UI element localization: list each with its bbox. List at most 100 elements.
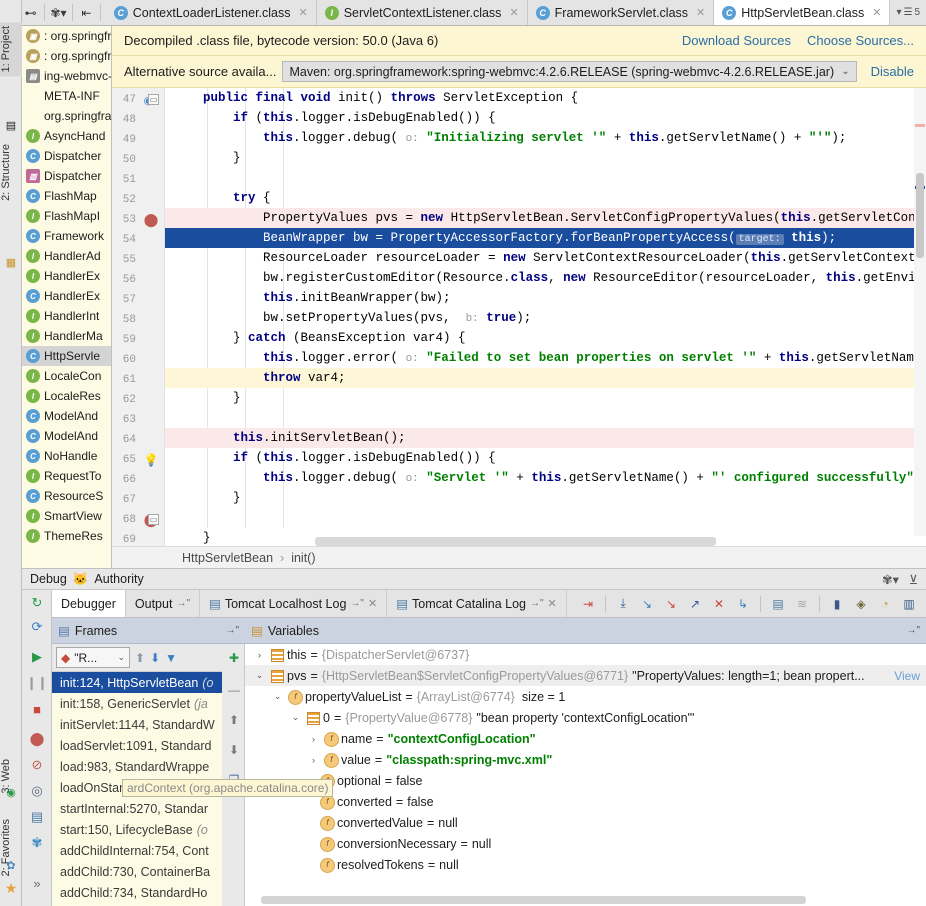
close-icon[interactable]: ✕: [548, 597, 557, 610]
editor-gutter[interactable]: 47 48 49 50 51 52 53 54 55 56 57 58 59 6…: [112, 88, 165, 546]
tab-tomcat-localhost-log[interactable]: ▤ Tomcat Localhost Log →" ✕: [200, 590, 388, 617]
chevron-down-icon[interactable]: ▾: [896, 7, 901, 18]
step-out-icon[interactable]: ↗: [684, 593, 706, 615]
breadcrumb-class[interactable]: HttpServletBean: [182, 551, 273, 565]
step-over-icon[interactable]: ⤓: [612, 593, 634, 615]
breadcrumb[interactable]: HttpServletBean › init(): [112, 546, 926, 568]
camera-icon[interactable]: ◎: [26, 780, 48, 802]
error-stripe-mark[interactable]: [915, 124, 925, 127]
fold-marker-icon[interactable]: ▭: [148, 514, 159, 525]
mute-breakpoints-icon[interactable]: ⊘: [26, 754, 48, 776]
code-line[interactable]: } catch (BeansException var4) {: [165, 328, 926, 348]
alternative-source-select[interactable]: Maven: org.springframework:spring-webmvc…: [282, 61, 857, 82]
code-line[interactable]: if (this.logger.isDebugEnabled()) {: [165, 448, 926, 468]
tree-node-flashmap[interactable]: C FlashMap: [22, 186, 111, 206]
down-icon[interactable]: ⬇: [150, 651, 160, 665]
frame-row[interactable]: initServlet:1144, StandardW: [52, 714, 244, 735]
code-editor[interactable]: 47 48 49 50 51 52 53 54 55 56 57 58 59 6…: [112, 88, 926, 546]
frame-row[interactable]: addChildInternal:754, Cont: [52, 840, 244, 861]
pause-icon[interactable]: ❙❙: [26, 672, 48, 694]
scroll-from-source-icon[interactable]: ⇤: [78, 0, 95, 25]
tree-node[interactable]: ▣ : org.springfram: [22, 46, 111, 66]
editor-vertical-scrollbar[interactable]: [914, 88, 926, 536]
variable-row-converted[interactable]: converted = false: [245, 791, 926, 812]
refresh-icon[interactable]: ⟳: [26, 616, 48, 638]
tree-node-handleradapter[interactable]: I HandlerAd: [22, 246, 111, 266]
tree-node-handlerexecution[interactable]: C HandlerEx: [22, 286, 111, 306]
mute-breakpoints-icon[interactable]: ▮: [826, 593, 848, 615]
frame-row[interactable]: init:124, HttpServletBean (o: [52, 672, 244, 693]
view-breakpoints-icon[interactable]: ◈: [850, 593, 872, 615]
tab-output[interactable]: Output →": [126, 590, 200, 617]
code-line[interactable]: public final void init() throws ServletE…: [165, 88, 926, 108]
restore-layout-icon[interactable]: ▥: [898, 593, 920, 615]
code-line[interactable]: [165, 408, 926, 428]
fold-marker-icon[interactable]: ▭: [148, 94, 159, 105]
tree-node-nohandlerfound[interactable]: C NoHandle: [22, 446, 111, 466]
variable-row-value[interactable]: › value = "classpath:spring-mvc.xml": [245, 749, 926, 770]
editor-tab-servletcontextlistener[interactable]: I ServletContextListener.class ✕: [316, 0, 528, 25]
tree-node-handlermapping[interactable]: I HandlerMa: [22, 326, 111, 346]
more-icon[interactable]: »: [26, 872, 48, 894]
tab-tomcat-catalina-log[interactable]: ▤ Tomcat Catalina Log →" ✕: [387, 590, 567, 617]
code-line-breakpoint[interactable]: PropertyValues pvs = new HttpServletBean…: [165, 208, 926, 228]
variable-row-name[interactable]: › name = "contextConfigLocation": [245, 728, 926, 749]
tree-node[interactable]: org.springfram: [22, 106, 111, 126]
tree-node-dispatcher[interactable]: C Dispatcher: [22, 146, 111, 166]
show-execution-point-icon[interactable]: ⇥: [577, 593, 599, 615]
tree-node-resourceservlet[interactable]: C ResourceS: [22, 486, 111, 506]
chevron-down-icon[interactable]: ⌄: [271, 691, 284, 702]
drop-frame-icon[interactable]: ✕: [708, 593, 730, 615]
tree-node[interactable]: ▣ : org.springfram: [22, 26, 111, 46]
evaluate-expression-icon[interactable]: ▤: [767, 593, 789, 615]
code-line[interactable]: try {: [165, 188, 926, 208]
code-line[interactable]: this.logger.debug( o: "Initializing serv…: [165, 128, 926, 148]
thread-selector[interactable]: ◆ "R... ⌄: [56, 647, 130, 668]
structure-small-icon[interactable]: ▤: [3, 118, 19, 134]
chevron-down-icon[interactable]: ⌄: [289, 712, 302, 723]
chevron-down-icon[interactable]: ⌄: [841, 66, 849, 77]
rerun-icon[interactable]: ↻: [26, 592, 48, 614]
frame-row[interactable]: addChild:730, ContainerBa: [52, 861, 244, 882]
tree-node-httpservletbean[interactable]: C HttpServle: [22, 346, 111, 366]
tab-overflow[interactable]: ▾ ☰ 5: [890, 0, 926, 25]
tab-debugger[interactable]: Debugger: [52, 590, 126, 617]
tree-node-themeresolver[interactable]: I ThemeRes: [22, 526, 111, 546]
bookmark-icon[interactable]: ▦: [3, 255, 19, 271]
resume-icon[interactable]: ▶: [26, 646, 48, 668]
editor-tab-contextloaderlistener[interactable]: C ContextLoaderListener.class ✕: [105, 0, 317, 25]
tree-node-modelandview[interactable]: C ModelAnd: [22, 406, 111, 426]
code-line[interactable]: }: [165, 488, 926, 508]
chevron-down-icon[interactable]: ⌄: [117, 652, 125, 663]
collapse-all-icon[interactable]: ⊷: [22, 0, 39, 25]
download-sources-link[interactable]: Download Sources: [682, 33, 791, 48]
variables-horizontal-scrollbar[interactable]: [261, 896, 806, 904]
code-line[interactable]: bw.registerCustomEditor(Resource.class, …: [165, 268, 926, 288]
tree-node-handlerinterceptor[interactable]: I HandlerInt: [22, 306, 111, 326]
breakpoint-verified-icon[interactable]: ⬤: [142, 211, 160, 229]
code-text-area[interactable]: public final void init() throws ServletE…: [165, 88, 926, 546]
pin-icon[interactable]: →": [176, 598, 190, 609]
stop-icon[interactable]: ■: [26, 698, 48, 720]
run-to-cursor-icon[interactable]: ↳: [732, 593, 754, 615]
star-icon[interactable]: ★: [3, 880, 19, 896]
tree-node-flashmapmanager[interactable]: I FlashMapI: [22, 206, 111, 226]
tree-node-localecontext[interactable]: I LocaleCon: [22, 366, 111, 386]
code-line[interactable]: }: [165, 148, 926, 168]
variable-row-convertedvalue[interactable]: convertedValue = null: [245, 812, 926, 833]
code-line[interactable]: [165, 168, 926, 188]
code-line[interactable]: this.logger.debug( o: "Servlet '" + this…: [165, 468, 926, 488]
tree-node-frameworkservlet[interactable]: C Framework: [22, 226, 111, 246]
close-icon[interactable]: ✕: [299, 6, 308, 19]
step-into-icon[interactable]: ↘: [636, 593, 658, 615]
view-breakpoints-icon[interactable]: ⬤: [26, 728, 48, 750]
web-icon[interactable]: ◉: [3, 785, 19, 801]
add-watch-icon[interactable]: ✚: [225, 648, 243, 668]
up-icon[interactable]: ⬆: [135, 651, 145, 665]
view-link[interactable]: View: [894, 669, 926, 683]
frame-row[interactable]: start:150, LifecycleBase (o: [52, 819, 244, 840]
frame-row[interactable]: loadServlet:1091, Standard: [52, 735, 244, 756]
tree-node[interactable]: ▤ ing-webmvc-4: [22, 66, 111, 86]
variable-row-pvs[interactable]: ⌄ pvs = {HttpServletBean$ServletConfigPr…: [245, 665, 926, 686]
threads-view-icon[interactable]: ≋: [791, 593, 813, 615]
